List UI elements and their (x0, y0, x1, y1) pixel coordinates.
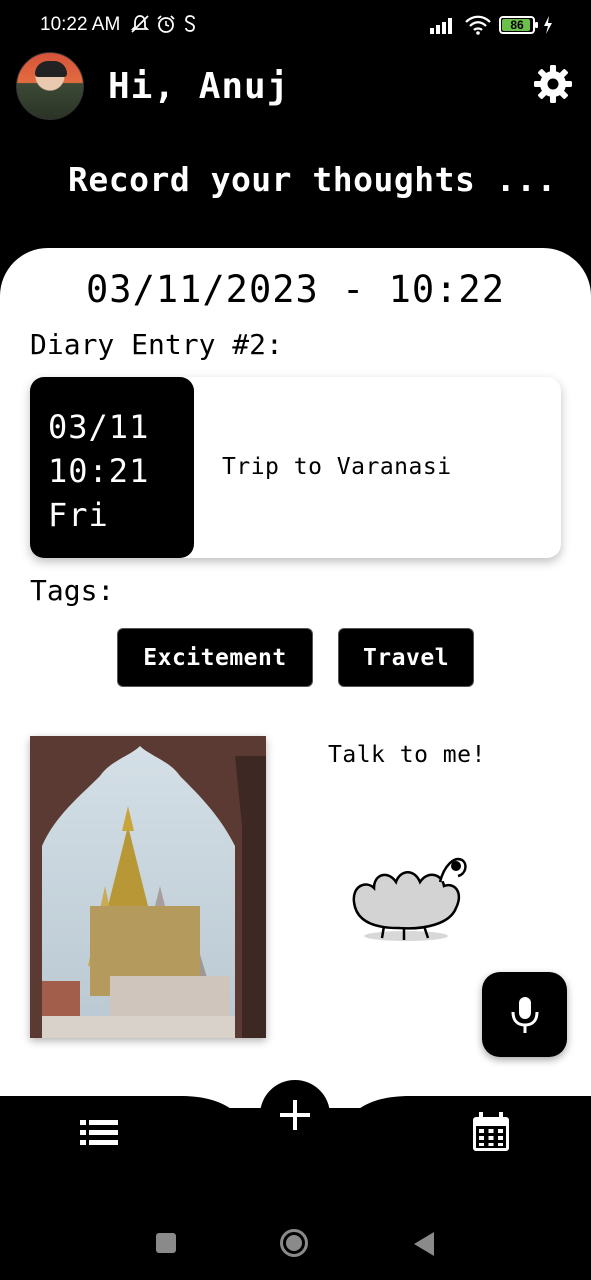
entry-time: 10:21 (48, 452, 150, 490)
header: Hi, Anuj Record your thoughts ... (0, 52, 591, 252)
current-datetime: 03/11/2023 - 10:22 (86, 268, 505, 311)
mic-button[interactable] (482, 972, 567, 1057)
entry-day: Fri (48, 496, 109, 534)
avatar[interactable] (16, 52, 84, 120)
tag-travel[interactable]: Travel (338, 628, 474, 687)
add-entry-button[interactable] (260, 1080, 330, 1150)
tags-label: Tags: (30, 574, 115, 607)
status-icons-right: 86 (429, 15, 553, 35)
system-nav-bar (0, 1180, 591, 1280)
calendar-icon[interactable] (472, 1112, 510, 1152)
plus-icon (280, 1100, 310, 1130)
microphone-icon (511, 996, 538, 1033)
entry-title: Trip to Varanasi (222, 454, 452, 480)
settings-gear-icon[interactable] (533, 64, 573, 104)
home-icon[interactable] (279, 1228, 309, 1258)
list-view-icon[interactable] (80, 1118, 118, 1148)
tag-excitement[interactable]: Excitement (117, 628, 313, 687)
status-icons-left (130, 14, 198, 34)
status-bar: 10:22 AM 86 (0, 0, 591, 52)
greeting: Hi, Anuj (108, 66, 290, 107)
entry-date: 03/11 (48, 408, 150, 446)
mute-icon (130, 15, 150, 33)
recent-apps-icon[interactable] (155, 1232, 177, 1254)
alarm-icon (157, 15, 175, 33)
diary-entry-card[interactable]: 03/11 10:21 Fri Trip to Varanasi (30, 377, 561, 558)
signal-icon (430, 18, 452, 34)
mascot-creature-icon[interactable] (344, 852, 474, 944)
sync-icon (185, 15, 195, 32)
back-icon[interactable] (413, 1231, 435, 1257)
entry-date-box: 03/11 10:21 Fri (30, 377, 194, 558)
main-card: 03/11/2023 - 10:22 Diary Entry #2: 03/11… (0, 248, 591, 1108)
bottom-nav (0, 1050, 591, 1180)
tagline: Record your thoughts ... (68, 160, 557, 199)
battery-level: 86 (510, 18, 524, 32)
entry-photo[interactable] (30, 736, 266, 1038)
entry-label: Diary Entry #2: (30, 328, 283, 361)
talk-label: Talk to me! (328, 742, 486, 768)
wifi-icon (465, 15, 491, 35)
battery-icon: 86 (499, 16, 538, 34)
status-time: 10:22 AM (40, 14, 121, 35)
charging-icon (544, 16, 552, 34)
